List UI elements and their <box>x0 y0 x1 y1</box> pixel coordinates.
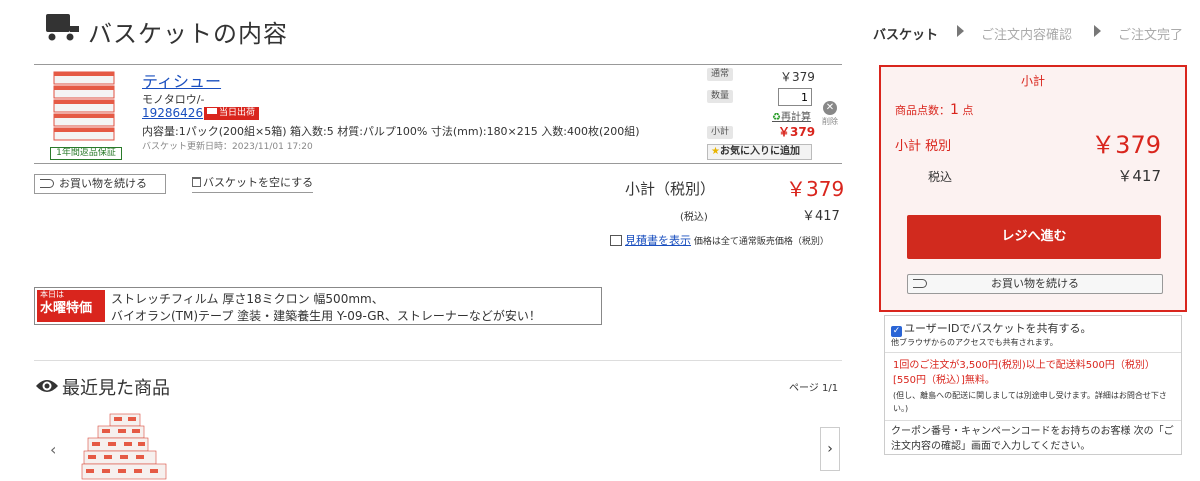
star-icon: ★ <box>711 146 720 157</box>
panel-tax-value: ￥417 <box>1117 167 1161 185</box>
add-favorite-button[interactable]: ★お気に入りに追加 <box>707 144 812 160</box>
share-checkbox[interactable]: ✓ <box>891 326 902 337</box>
quantity-input[interactable] <box>778 88 812 106</box>
recalculate-link[interactable]: ♻再計算 <box>772 108 811 123</box>
recalc-icon: ♻ <box>772 112 781 123</box>
continue-shopping-button[interactable]: お買い物を続ける <box>907 274 1163 294</box>
shipping-note: 1回のご注文が3,500円(税別)以上で配送料500円（税別）[550円（税込）… <box>893 360 1155 386</box>
continue-shopping-label: お買い物を続ける <box>59 177 147 190</box>
delete-item-button[interactable]: ✕ 削除 <box>820 101 840 127</box>
panel-subtotal-value: ￥379 <box>1091 131 1161 159</box>
document-icon <box>610 235 622 246</box>
product-image[interactable] <box>48 68 124 146</box>
product-spec: 内容量:1パック(200組×5箱) 箱入数:5 材質:パルプ100% 寸法(mm… <box>142 125 640 138</box>
coupon-note: クーポン番号・キャンペーンコードをお持ちのお客様 次の「ご注文内容の確認」画面で… <box>891 426 1174 452</box>
share-label: ユーザーIDでバスケットを共有する。 <box>904 322 1092 335</box>
promo-banner[interactable]: 本日は 水曜特価 ストレッチフィルム 厚さ18ミクロン 幅500mm、 バイオラ… <box>34 287 602 325</box>
same-day-label: 当日出荷 <box>219 108 256 118</box>
item-count-value: 1 <box>950 102 959 118</box>
panel-title: 小計 <box>1020 74 1045 88</box>
recently-viewed-page: ページ 1/1 <box>789 383 839 394</box>
close-icon: ✕ <box>823 101 837 115</box>
return-icon <box>913 279 927 288</box>
carousel-next-button[interactable]: › <box>820 427 840 471</box>
continue-shopping-label: お買い物を続ける <box>991 277 1079 290</box>
product-name-link[interactable]: ティシュー <box>142 68 221 92</box>
line-subtotal: ￥379 <box>778 125 816 139</box>
empty-cart-label: バスケットを空にする <box>203 176 314 189</box>
show-quote-link[interactable]: 見積書を表示 <box>625 234 691 247</box>
subtotal-label: 小計（税別） <box>625 180 716 198</box>
line-subtotal-label: 小計 <box>707 126 734 139</box>
product-code-link[interactable]: 19286426 <box>142 106 203 120</box>
step-complete: ご注文完了 <box>1118 28 1184 43</box>
same-day-shipping-badge: 当日出荷 <box>204 107 260 120</box>
info-box: ✓ ユーザーIDでバスケットを共有する。 他ブラウザからのアクセスでも共有されます… <box>884 315 1182 455</box>
promo-line-2: バイオラン(TM)テープ 塗装・建築養生用 Y-09-GR、ストレーナーなどが安… <box>111 309 541 323</box>
divider <box>885 420 1181 421</box>
panel-tax-label: 税込 <box>928 170 953 184</box>
delete-label: 削除 <box>822 117 838 126</box>
favorite-label: お気に入りに追加 <box>719 146 800 157</box>
eye-icon <box>36 380 58 392</box>
tax-included-label: (税込) <box>680 212 708 223</box>
recalc-label: 再計算 <box>780 112 811 123</box>
item-count-label: 商品点数： <box>895 104 950 117</box>
item-count-unit: 点 <box>962 104 974 117</box>
trash-icon <box>192 177 201 187</box>
divider <box>34 64 842 65</box>
item-count: 商品点数：1 点 <box>895 102 973 118</box>
panel-subtotal-label: 小計 税別 <box>895 139 952 154</box>
step-arrow-icon <box>1094 25 1101 37</box>
recent-product-image[interactable] <box>80 408 170 481</box>
price-note: 価格は全て通常販売価格（税別） <box>693 237 829 247</box>
page-title: バスケットの内容 <box>88 20 288 48</box>
step-arrow-icon <box>957 25 964 37</box>
checkout-button[interactable]: レジへ進む <box>907 215 1161 259</box>
divider <box>34 163 842 164</box>
cart-icon <box>46 14 79 41</box>
empty-cart-link[interactable]: バスケットを空にする <box>192 174 314 193</box>
step-basket: バスケット <box>873 28 939 43</box>
summary-panel: 小計 商品点数：1 点 小計 税別 ￥379 税込 ￥417 レジへ進む お買い… <box>879 65 1187 312</box>
quote-row: 見積書を表示 価格は全て通常販売価格（税別） <box>610 232 829 248</box>
regular-price-label: 通常 <box>707 68 734 81</box>
promo-line-1: ストレッチフィルム 厚さ18ミクロン 幅500mm、 <box>111 292 384 306</box>
truck-icon <box>207 108 217 114</box>
return-icon <box>40 179 54 188</box>
carousel-prev-button[interactable]: ‹ <box>50 440 56 459</box>
promo-tag-top: 本日は <box>40 290 64 299</box>
product-brand: モノタロウ/- <box>142 93 205 106</box>
quantity-label: 数量 <box>707 90 734 103</box>
island-note: (但し、離島への配送に関しましては別途申し受けます。詳細はお問合せ下さい。) <box>893 391 1167 413</box>
regular-price: ￥379 <box>780 70 815 84</box>
divider <box>34 360 842 361</box>
promo-tag-bottom: 水曜特価 <box>40 301 93 316</box>
tax-included-value: ￥417 <box>802 209 840 224</box>
warranty-badge: 1年間返品保証 <box>50 147 122 160</box>
continue-shopping-button[interactable]: お買い物を続ける <box>34 174 166 194</box>
promo-tag: 本日は 水曜特価 <box>37 290 105 322</box>
basket-updated-time: バスケット更新日時：2023/11/01 17:20 <box>142 142 313 152</box>
subtotal-value: ￥379 <box>786 177 845 201</box>
share-note: 他ブラウザからのアクセスでも共有されます。 <box>891 338 1058 347</box>
share-basket-option[interactable]: ✓ ユーザーIDでバスケットを共有する。 <box>891 320 1092 337</box>
recently-viewed-title: 最近見た商品 <box>62 378 170 399</box>
divider <box>885 352 1181 353</box>
step-confirm: ご注文内容確認 <box>981 28 1073 43</box>
